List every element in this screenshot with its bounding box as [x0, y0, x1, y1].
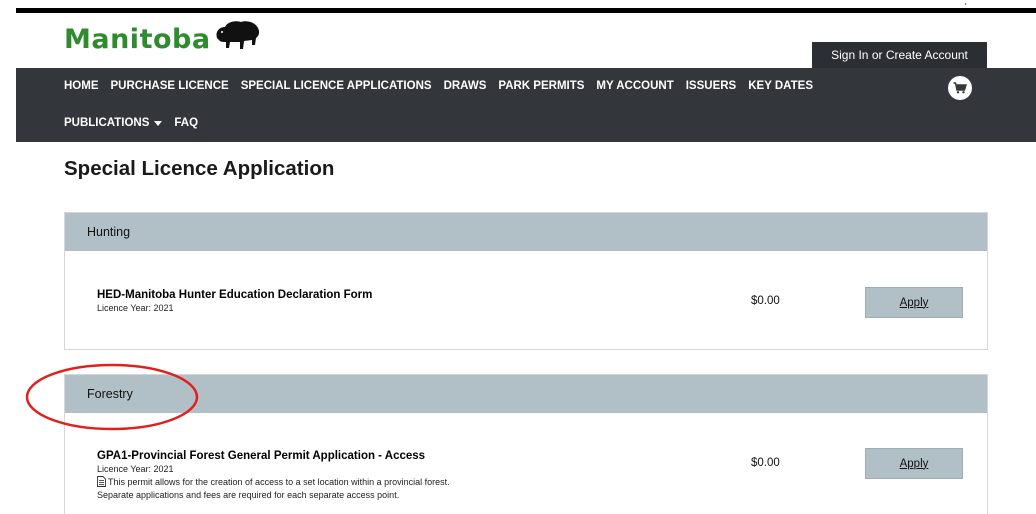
bison-icon	[213, 18, 261, 57]
section-header-forestry: Forestry	[65, 375, 987, 413]
licence-price: $0.00	[751, 457, 780, 469]
manitoba-logo[interactable]: Manitoba	[64, 21, 261, 57]
page-title: Special Licence Application	[64, 157, 335, 180]
licence-year: Licence Year: 2021	[97, 303, 174, 313]
top-mark: ’	[964, 2, 968, 13]
licence-item-hed: HED-Manitoba Hunter Education Declaratio…	[65, 251, 987, 349]
licence-item-gpa1: GPA1-Provincial Forest General Permit Ap…	[65, 413, 987, 514]
licence-year: Licence Year: 2021	[97, 464, 174, 474]
description-line-1: This permit allows for the creation of a…	[108, 477, 450, 487]
nav-purchase-licence[interactable]: PURCHASE LICENCE	[111, 80, 229, 92]
licence-item-title: GPA1-Provincial Forest General Permit Ap…	[97, 450, 426, 462]
apply-button-gpa1[interactable]: Apply	[865, 448, 963, 479]
licence-item-title: HED-Manitoba Hunter Education Declaratio…	[97, 289, 373, 301]
nav-home[interactable]: HOME	[64, 80, 99, 92]
nav-special-licence-applications[interactable]: SPECIAL LICENCE APPLICATIONS	[241, 80, 432, 92]
nav-publications-label: PUBLICATIONS	[64, 117, 150, 129]
apply-button-hed[interactable]: Apply	[865, 287, 963, 318]
nav-park-permits[interactable]: PARK PERMITS	[498, 80, 584, 92]
caret-down-icon	[154, 120, 163, 126]
section-hunting: Hunting HED-Manitoba Hunter Education De…	[64, 212, 988, 350]
nav-row-primary: HOME PURCHASE LICENCE SPECIAL LICENCE AP…	[64, 80, 825, 92]
licence-description: This permit allows for the creation of a…	[97, 476, 450, 501]
apply-button-label: Apply	[899, 457, 929, 470]
document-icon	[97, 476, 106, 490]
top-border-bar	[16, 8, 1036, 13]
nav-issuers[interactable]: ISSUERS	[686, 80, 737, 92]
nav-key-dates[interactable]: KEY DATES	[748, 80, 813, 92]
main-navbar: HOME PURCHASE LICENCE SPECIAL LICENCE AP…	[16, 68, 1036, 142]
nav-my-account[interactable]: MY ACCOUNT	[596, 80, 673, 92]
section-forestry: Forestry GPA1-Provincial Forest General …	[64, 374, 988, 514]
sign-in-button[interactable]: Sign In or Create Account	[812, 42, 987, 68]
nav-draws[interactable]: DRAWS	[444, 80, 487, 92]
nav-faq[interactable]: FAQ	[174, 117, 198, 129]
description-line-2: Separate applications and fees are requi…	[97, 490, 400, 500]
logo-text: Manitoba	[64, 24, 211, 55]
apply-button-label: Apply	[899, 296, 929, 309]
section-header-hunting: Hunting	[65, 213, 987, 251]
nav-publications[interactable]: PUBLICATIONS	[64, 117, 163, 129]
nav-row-secondary: PUBLICATIONS FAQ	[64, 117, 210, 129]
shopping-cart-icon[interactable]	[948, 76, 972, 100]
licence-price: $0.00	[751, 295, 780, 307]
